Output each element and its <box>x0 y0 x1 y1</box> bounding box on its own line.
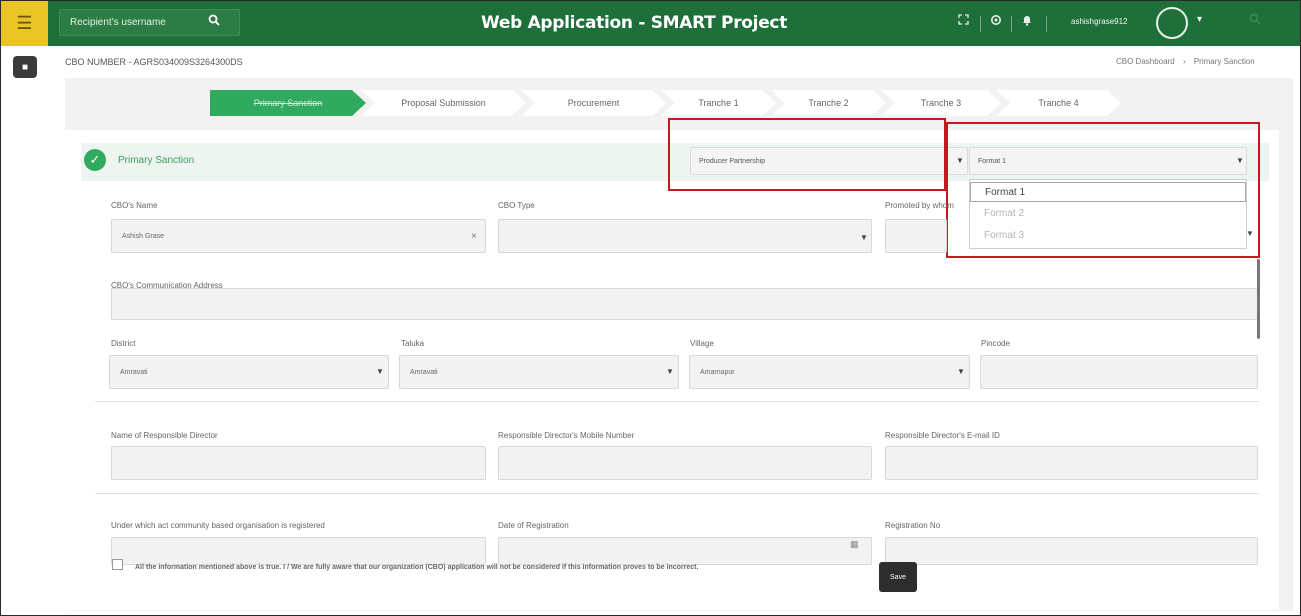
divider <box>980 16 981 32</box>
breadcrumb: CBO Dashboard › Primary Sanction <box>1113 57 1258 66</box>
breadcrumb-separator: › <box>1182 57 1186 66</box>
step-tranche-4[interactable]: Tranche 4 <box>996 90 1121 116</box>
registration-act-field[interactable] <box>111 537 486 565</box>
district-label: District <box>111 339 136 348</box>
chevron-down-icon: ▼ <box>957 367 965 376</box>
promoted-by-select[interactable] <box>885 219 947 253</box>
sidebar-toggle-icon[interactable]: ■ <box>13 56 37 78</box>
divider <box>1046 16 1047 32</box>
check-icon: ✓ <box>84 149 106 171</box>
director-name-label: Name of Responsible Director <box>111 431 218 440</box>
save-button[interactable]: Save <box>879 562 917 592</box>
divider <box>1011 16 1012 32</box>
top-bar: ☰ Recipient's username Web Application -… <box>1 1 1300 46</box>
cbo-number: CBO NUMBER - AGRS034009S3264300DS <box>65 57 243 67</box>
registration-act-label: Under which act community based organisa… <box>111 521 325 530</box>
format-option-3[interactable]: Format 3 <box>970 226 1246 246</box>
director-name-field[interactable] <box>111 446 486 480</box>
cbo-name-label: CBO's Name <box>111 201 158 210</box>
format-option-2[interactable]: Format 2 <box>970 204 1246 224</box>
app-title: Web Application - SMART Project <box>481 13 788 33</box>
search-icon[interactable] <box>208 14 220 29</box>
divider <box>95 493 1259 494</box>
scrollbar[interactable] <box>1257 259 1260 339</box>
chevron-down-icon: ▼ <box>666 367 674 376</box>
cbo-type-select[interactable] <box>498 219 872 253</box>
registration-no-label: Registration No <box>885 521 941 530</box>
search-icon[interactable] <box>1249 13 1261 28</box>
registration-no-field[interactable] <box>885 537 1258 565</box>
step-proposal-submission[interactable]: Proposal Submission <box>361 90 526 116</box>
director-mobile-label: Responsible Director's Mobile Number <box>498 431 635 440</box>
step-tranche-1[interactable]: Tranche 1 <box>661 90 776 116</box>
step-tranche-3[interactable]: Tranche 3 <box>881 90 1001 116</box>
taluka-select[interactable]: Amravati <box>399 355 679 389</box>
registration-date-field[interactable] <box>498 537 872 565</box>
village-select[interactable]: Amarnapur <box>689 355 970 389</box>
village-label: Village <box>690 339 714 348</box>
expand-icon[interactable] <box>958 14 969 28</box>
director-mobile-field[interactable] <box>498 446 872 480</box>
breadcrumb-item-dashboard[interactable]: CBO Dashboard <box>1116 57 1175 66</box>
calendar-icon[interactable]: ▦ <box>850 539 859 550</box>
taluka-label: Taluka <box>401 339 425 348</box>
chevron-down-icon[interactable]: ▾ <box>1197 14 1202 25</box>
pincode-field[interactable] <box>980 355 1258 389</box>
clear-icon[interactable]: × <box>471 231 477 242</box>
format-dropdown-list: Format 1 Format 2 Format 3 <box>969 179 1247 249</box>
username-label[interactable]: ashishgrase912 <box>1071 17 1127 26</box>
hamburger-icon[interactable]: ☰ <box>1 1 48 46</box>
step-procurement[interactable]: Procurement <box>521 90 666 116</box>
director-email-label: Responsible Director's E-mail ID <box>885 431 1000 440</box>
breadcrumb-item-current: Primary Sanction <box>1193 57 1255 66</box>
step-primary-sanction[interactable]: Primary Sanction <box>210 90 366 116</box>
chevron-down-icon: ▼ <box>1246 229 1254 238</box>
chevron-down-icon: ▼ <box>860 233 868 242</box>
promoted-by-label: Promoted by whom <box>885 201 954 210</box>
format-option-1[interactable]: Format 1 <box>970 182 1246 202</box>
declaration-text: All the information mentioned above is t… <box>135 564 699 571</box>
bell-icon[interactable] <box>1022 14 1032 29</box>
address-field[interactable] <box>111 288 1258 320</box>
cbo-name-field[interactable]: Ashish Grase <box>111 219 486 253</box>
app-window: ☰ Recipient's username Web Application -… <box>0 0 1301 616</box>
section-title: Primary Sanction <box>118 155 195 166</box>
declaration-checkbox[interactable] <box>112 559 123 570</box>
settings-icon[interactable] <box>990 14 1002 29</box>
avatar[interactable] <box>1156 7 1188 39</box>
director-email-field[interactable] <box>885 446 1258 480</box>
registration-date-label: Date of Registration <box>498 521 569 530</box>
step-tranche-2[interactable]: Tranche 2 <box>771 90 886 116</box>
cbo-type-label: CBO Type <box>498 201 535 210</box>
chevron-down-icon: ▼ <box>376 367 384 376</box>
pincode-label: Pincode <box>981 339 1010 348</box>
highlight-box <box>668 118 946 191</box>
district-select[interactable]: Amravati <box>109 355 389 389</box>
divider <box>95 401 1259 402</box>
